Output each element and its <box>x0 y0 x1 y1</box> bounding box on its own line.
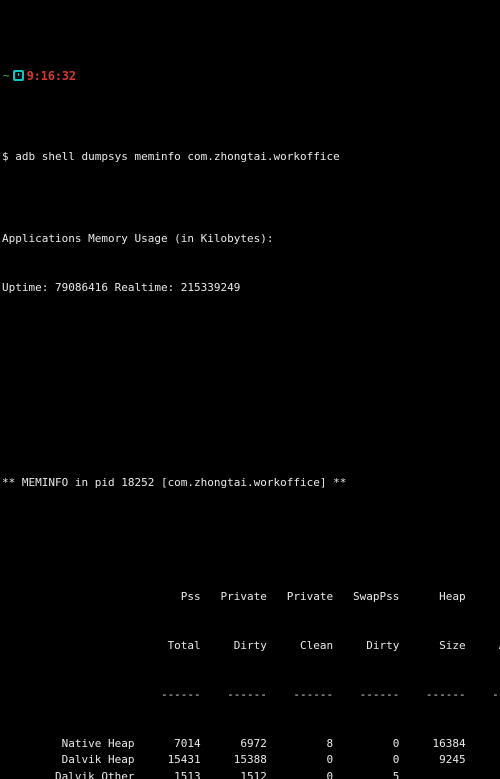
command-line: $ adb shell dumpsys meminfo com.zhongtai… <box>2 150 340 164</box>
meminfo-header-bottom: Total Dirty Clean Dirty Size Alloc Free <box>167 639 500 653</box>
terminal-window[interactable]: ~ 9:16:32 $ adb shell dumpsys meminfo co… <box>0 0 500 779</box>
meminfo-row: Dalvik Other 1513 1512 0 5 <box>2 769 400 779</box>
applications-memory-usage-header: Applications Memory Usage (in Kilobytes)… <box>2 231 274 245</box>
meminfo-row: Dalvik Heap 15431 15388 0 0 9245 6934 23… <box>61 753 466 767</box>
meminfo-rows: Native Heap 7014 6972 8 0 16384 11536 48… <box>0 736 500 779</box>
terminal-screen: ~ 9:16:32 $ adb shell dumpsys meminfo co… <box>0 0 500 779</box>
uptime-line: Uptime: 79086416 Realtime: 215339249 <box>2 280 241 294</box>
meminfo-table: Pss Private Private SwapPss Heap Heap He… <box>0 557 500 779</box>
prompt-time: 9:16:32 <box>26 68 76 83</box>
prompt-cwd: ~ <box>3 69 10 83</box>
meminfo-header-separator: ------ ------ ------ ------ ------ -----… <box>160 688 500 702</box>
meminfo-row: Native Heap 7014 6972 8 0 16384 11536 48… <box>61 737 500 751</box>
clock-icon <box>12 70 24 82</box>
meminfo-header-top: Pss Private Private SwapPss Heap Heap He… <box>180 590 466 604</box>
meminfo-title: ** MEMINFO in pid 18252 [com.zhongtai.wo… <box>2 476 347 490</box>
shell-prompt-line: ~ 9:16:32 <box>0 67 500 84</box>
